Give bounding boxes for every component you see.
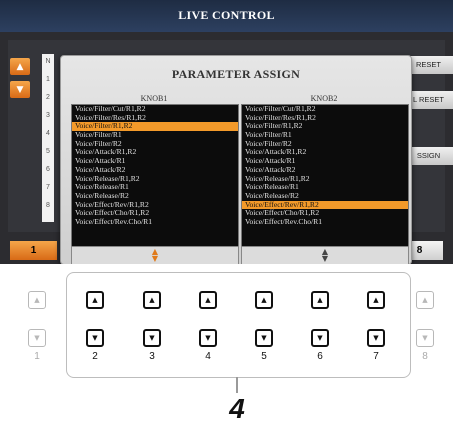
- list-item[interactable]: Voice/Effect/Rev.Cho/R1: [242, 217, 408, 227]
- triangle-down-icon: ▼: [205, 334, 211, 342]
- button-6-down[interactable]: ▼: [311, 329, 329, 347]
- list-item[interactable]: Voice/Effect/Rev.Cho/R1: [72, 217, 238, 227]
- knob1-scroll-footer[interactable]: ▲ ▼: [71, 246, 239, 264]
- knob1-label: KNOB1: [140, 94, 168, 103]
- triangle-up-icon: ▲: [205, 296, 211, 304]
- button-8-up[interactable]: ▲: [416, 291, 434, 309]
- triangle-up-icon: ▲: [317, 296, 323, 304]
- lcd-screen: LIVE CONTROL ▲ ▼ N 1 2 3 4 5 6 7 8 RESET…: [0, 0, 453, 264]
- up-down-arrows-icon: ▲ ▼: [151, 247, 159, 263]
- triangle-down-icon: ▼: [317, 334, 323, 342]
- knob1-list[interactable]: Voice/Filter/Cut/R1,R2 Voice/Filter/Res/R…: [71, 104, 239, 247]
- knob2-list[interactable]: Voice/Filter/Cut/R1,R2 Voice/Filter/Res/R…: [241, 104, 409, 247]
- button-2-up[interactable]: ▲: [86, 291, 104, 309]
- callout-line: [236, 377, 238, 393]
- triangle-up-icon: ▲: [422, 296, 428, 304]
- row-number: 7: [46, 184, 50, 191]
- triangle-down-icon: ▼: [149, 334, 155, 342]
- dialog-title: PARAMETER ASSIGN: [171, 67, 301, 81]
- button-1-down[interactable]: ▼: [28, 329, 46, 347]
- button-number-1: 1: [34, 351, 40, 362]
- triangle-up-icon: ▲: [16, 61, 24, 72]
- button-7-down[interactable]: ▼: [367, 329, 385, 347]
- triangle-down-icon: ▼: [422, 334, 428, 342]
- button-number-4: 4: [205, 351, 211, 362]
- button-4-up[interactable]: ▲: [199, 291, 217, 309]
- triangle-down-icon: ▼: [373, 334, 379, 342]
- scroll-up-button[interactable]: ▲: [10, 58, 30, 75]
- row-number: 1: [46, 76, 50, 83]
- button-group-bracket: [66, 272, 411, 378]
- button-number-6: 6: [317, 351, 323, 362]
- parameter-assign-dialog: PARAMETER ASSIGN KNOB1 Voice/Filter/Cut/…: [60, 55, 412, 264]
- button-8-down[interactable]: ▼: [416, 329, 434, 347]
- row-number: 4: [46, 130, 50, 137]
- background-list: N 1 2 3 4 5 6 7 8: [42, 54, 54, 222]
- row-number: N: [45, 58, 51, 65]
- button-4-down[interactable]: ▼: [199, 329, 217, 347]
- triangle-down-icon: ▼: [261, 334, 267, 342]
- row-number: 5: [46, 148, 50, 155]
- button-3-down[interactable]: ▼: [143, 329, 161, 347]
- button-number-7: 7: [373, 351, 379, 362]
- button-number-8: 8: [422, 351, 428, 362]
- button-2-down[interactable]: ▼: [86, 329, 104, 347]
- knob2-label: KNOB2: [310, 94, 338, 103]
- row-number: 2: [46, 94, 50, 101]
- triangle-down-icon: ▼: [34, 334, 40, 342]
- knob1-panel: KNOB1 Voice/Filter/Cut/R1,R2 Voice/Filter…: [71, 94, 239, 264]
- triangle-down-icon: ▼: [92, 334, 98, 342]
- triangle-down-icon: ▼: [16, 84, 24, 95]
- triangle-up-icon: ▲: [34, 296, 40, 304]
- scroll-down-button[interactable]: ▼: [10, 81, 30, 98]
- button-1-up[interactable]: ▲: [28, 291, 46, 309]
- button-6-up[interactable]: ▲: [311, 291, 329, 309]
- row-number: 3: [46, 112, 50, 119]
- button-5-down[interactable]: ▼: [255, 329, 273, 347]
- triangle-up-icon: ▲: [92, 296, 98, 304]
- button-number-5: 5: [261, 351, 267, 362]
- step-number: 4: [229, 393, 245, 424]
- row-number: 6: [46, 166, 50, 173]
- triangle-up-icon: ▲: [149, 296, 155, 304]
- button-number-2: 2: [92, 351, 98, 362]
- row-number: 8: [46, 202, 50, 209]
- button-7-up[interactable]: ▲: [367, 291, 385, 309]
- button-3-up[interactable]: ▲: [143, 291, 161, 309]
- tab-1[interactable]: 1: [10, 241, 57, 260]
- knob2-scroll-footer[interactable]: ▲ ▼: [241, 246, 409, 264]
- screen-title: LIVE CONTROL: [0, 0, 453, 32]
- knob2-panel: KNOB2 Voice/Filter/Cut/R1,R2 Voice/Filter…: [241, 94, 409, 264]
- up-down-arrows-icon: ▲ ▼: [321, 247, 329, 263]
- triangle-up-icon: ▲: [373, 296, 379, 304]
- button-number-3: 3: [149, 351, 155, 362]
- triangle-up-icon: ▲: [261, 296, 267, 304]
- button-5-up[interactable]: ▲: [255, 291, 273, 309]
